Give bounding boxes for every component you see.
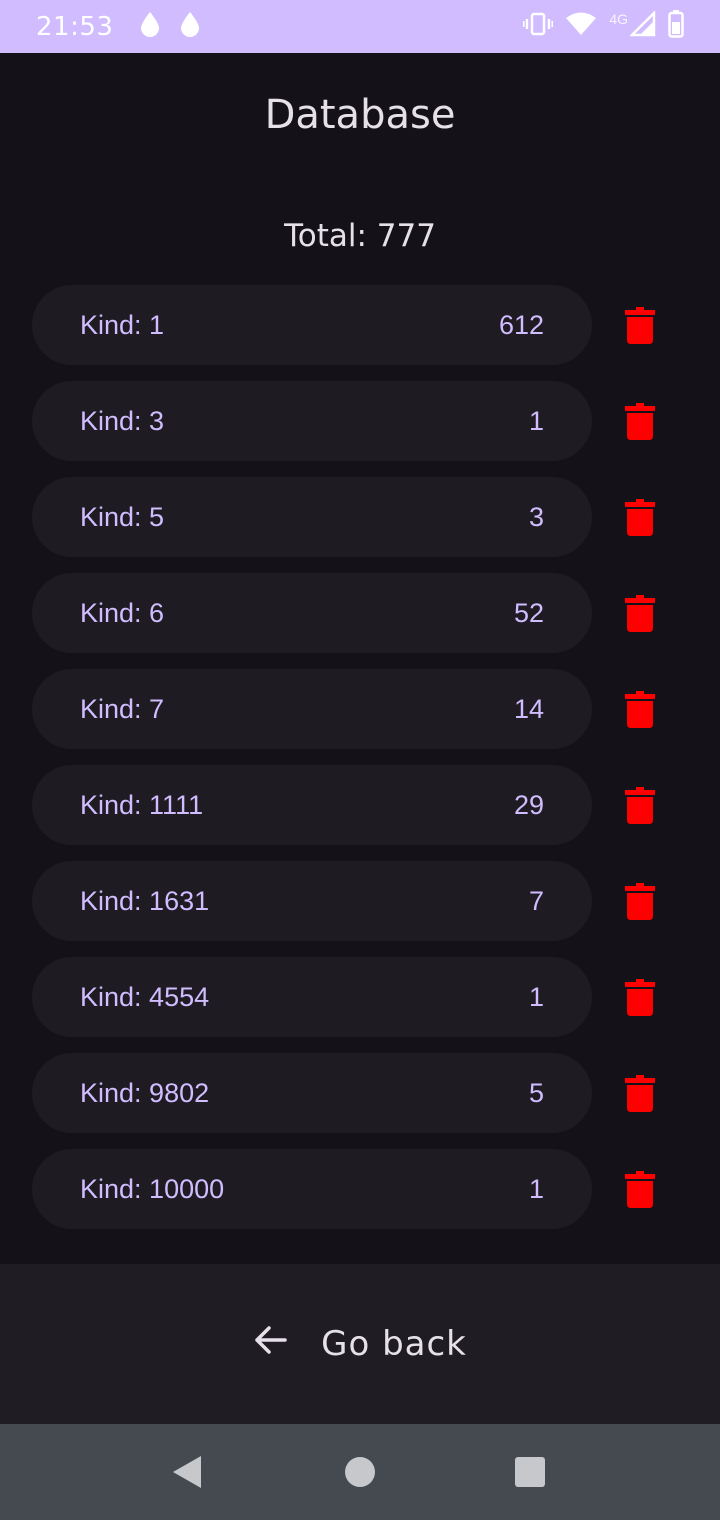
kind-card[interactable]: Kind: 4554 1 (32, 957, 592, 1037)
kind-number: 1 (149, 309, 165, 340)
kind-card[interactable]: Kind: 6 52 (32, 573, 592, 653)
kind-number: 1631 (149, 885, 210, 916)
kind-row: Kind: 4554 1 (32, 957, 688, 1037)
trash-icon (625, 690, 655, 728)
wifi-icon (565, 12, 597, 41)
total-summary: Total: 777 (0, 218, 720, 254)
page-title: Database (264, 92, 456, 138)
kind-number: 1111 (149, 789, 204, 820)
kind-count: 612 (498, 309, 544, 340)
kind-card[interactable]: Kind: 1111 29 (32, 765, 592, 845)
kind-card[interactable]: Kind: 1631 7 (32, 861, 592, 941)
status-time: 21:53 (36, 11, 114, 42)
vibrate-icon (522, 12, 554, 41)
network-type: 4G (609, 10, 628, 27)
triangle-back-icon (173, 1456, 201, 1488)
kind-row: Kind: 1631 7 (32, 861, 688, 941)
delete-button[interactable] (618, 305, 662, 345)
kind-row: Kind: 7 14 (32, 669, 688, 749)
delete-button[interactable] (618, 1073, 662, 1113)
kind-number: 3 (149, 405, 165, 436)
kind-count: 1 (528, 981, 544, 1012)
total-label: Total: (284, 218, 377, 254)
system-nav-bar (0, 1424, 720, 1520)
kind-list: Kind: 1 612 Kind: 3 1 Kind: 5 3 Kind: 6 … (32, 285, 688, 1245)
kind-label: Kind: (80, 789, 150, 820)
kind-number: 7 (149, 693, 165, 724)
kind-count: 3 (528, 501, 544, 532)
square-recents-icon (515, 1457, 545, 1487)
delete-button[interactable] (618, 785, 662, 825)
kind-label: Kind: (80, 597, 150, 628)
kind-count: 1 (528, 1173, 544, 1204)
kind-row: Kind: 9802 5 (32, 1053, 688, 1133)
kind-row: Kind: 3 1 (32, 381, 688, 461)
kind-label: Kind: (80, 1077, 150, 1108)
kind-row: Kind: 1 612 (32, 285, 688, 365)
trash-icon (625, 498, 655, 536)
kind-label: Kind: (80, 693, 150, 724)
delete-button[interactable] (618, 401, 662, 441)
go-back-label: Go back (321, 1324, 467, 1364)
total-value: 777 (376, 218, 436, 254)
nav-back-button[interactable] (166, 1451, 208, 1493)
trash-icon (625, 882, 655, 920)
status-bar: 21:53 4G (0, 0, 720, 53)
arrow-back-icon (253, 1324, 287, 1364)
circle-home-icon (345, 1457, 375, 1487)
delete-button[interactable] (618, 881, 662, 921)
nav-home-button[interactable] (339, 1451, 381, 1493)
go-back-button[interactable]: Go back (233, 1314, 487, 1374)
kind-count: 7 (528, 885, 544, 916)
kind-label: Kind: (80, 405, 150, 436)
kind-count: 1 (528, 405, 544, 436)
delete-button[interactable] (618, 1169, 662, 1209)
trash-icon (625, 978, 655, 1016)
kind-count: 52 (513, 597, 544, 628)
kind-row: Kind: 10000 1 (32, 1149, 688, 1229)
nav-recents-button[interactable] (509, 1451, 551, 1493)
system-icons: 4G (522, 9, 684, 43)
drop-icon (139, 11, 161, 42)
trash-icon (625, 786, 655, 824)
trash-icon (625, 1074, 655, 1112)
trash-icon (625, 306, 655, 344)
kind-number: 9802 (149, 1077, 210, 1108)
kind-row: Kind: 6 52 (32, 573, 688, 653)
trash-icon (625, 1170, 655, 1208)
delete-button[interactable] (618, 593, 662, 633)
kind-card[interactable]: Kind: 5 3 (32, 477, 592, 557)
kind-count: 14 (513, 693, 544, 724)
kind-label: Kind: (80, 981, 150, 1012)
kind-row: Kind: 5 3 (32, 477, 688, 557)
kind-count: 5 (528, 1077, 544, 1108)
kind-label: Kind: (80, 501, 150, 532)
kind-row: Kind: 1111 29 (32, 765, 688, 845)
cell-signal-icon (628, 9, 656, 42)
kind-number: 6 (149, 597, 165, 628)
kind-card[interactable]: Kind: 1 612 (32, 285, 592, 365)
delete-button[interactable] (618, 977, 662, 1017)
kind-label: Kind: (80, 885, 150, 916)
kind-number: 4554 (149, 981, 210, 1012)
kind-number: 10000 (149, 1173, 225, 1204)
kind-card[interactable]: Kind: 7 14 (32, 669, 592, 749)
delete-button[interactable] (618, 497, 662, 537)
trash-icon (625, 594, 655, 632)
kind-label: Kind: (80, 309, 150, 340)
bottom-bar: Go back (0, 1264, 720, 1424)
drop-icon (179, 11, 201, 42)
kind-card[interactable]: Kind: 9802 5 (32, 1053, 592, 1133)
kind-card[interactable]: Kind: 10000 1 (32, 1149, 592, 1229)
delete-button[interactable] (618, 689, 662, 729)
notification-icons (139, 11, 201, 42)
trash-icon (625, 402, 655, 440)
battery-icon (668, 10, 684, 43)
kind-number: 5 (149, 501, 165, 532)
kind-count: 29 (513, 789, 544, 820)
kind-card[interactable]: Kind: 3 1 (32, 381, 592, 461)
kind-label: Kind: (80, 1173, 150, 1204)
